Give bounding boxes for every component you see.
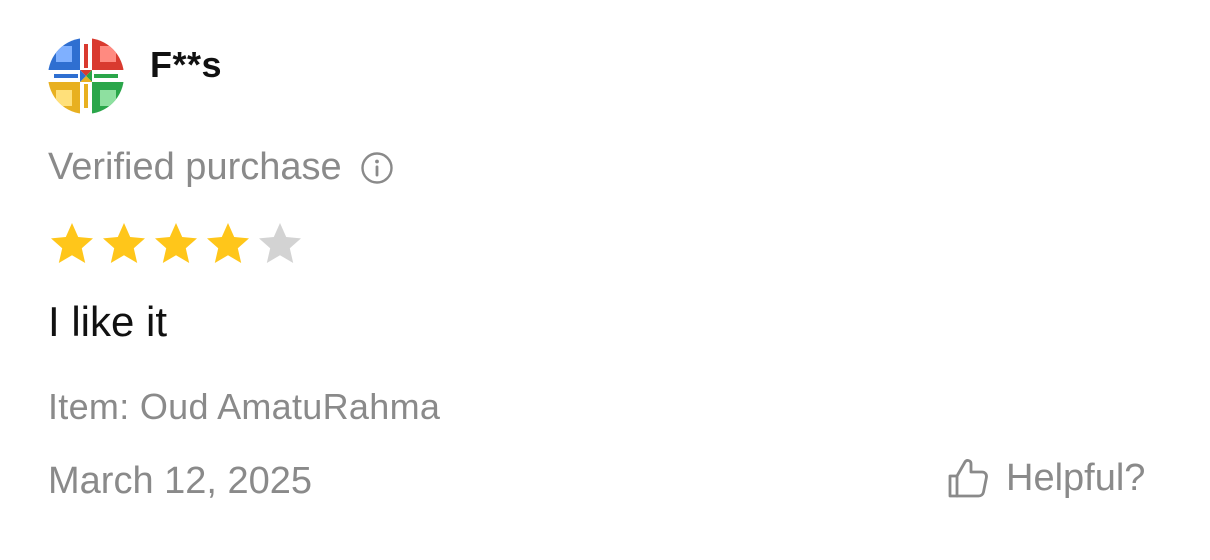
review-header: F**s <box>48 38 222 114</box>
star-filled-icon <box>51 223 93 263</box>
thumbs-up-icon <box>944 454 992 502</box>
avatar <box>48 38 124 114</box>
helpful-label: Helpful? <box>1006 456 1146 499</box>
star-empty-icon <box>259 223 301 263</box>
review-date: March 12, 2025 <box>48 460 313 502</box>
ludo-board-avatar-icon <box>48 38 124 114</box>
verified-purchase-label: Verified purchase <box>48 146 342 188</box>
info-icon[interactable] <box>360 151 394 185</box>
star-filled-icon <box>103 223 145 263</box>
star-filled-icon <box>207 223 249 263</box>
helpful-button[interactable]: Helpful? <box>944 454 1145 502</box>
star-rating <box>48 220 308 268</box>
item-label[interactable]: Item: Oud AmatuRahma <box>48 386 440 428</box>
star-filled-icon <box>155 223 197 263</box>
verified-purchase-row: Verified purchase <box>48 146 394 189</box>
review-card: F**s Verified purchase I like it Item: O… <box>0 0 1210 560</box>
reviewer-name: F**s <box>150 44 223 85</box>
review-comment: I like it <box>48 298 168 345</box>
